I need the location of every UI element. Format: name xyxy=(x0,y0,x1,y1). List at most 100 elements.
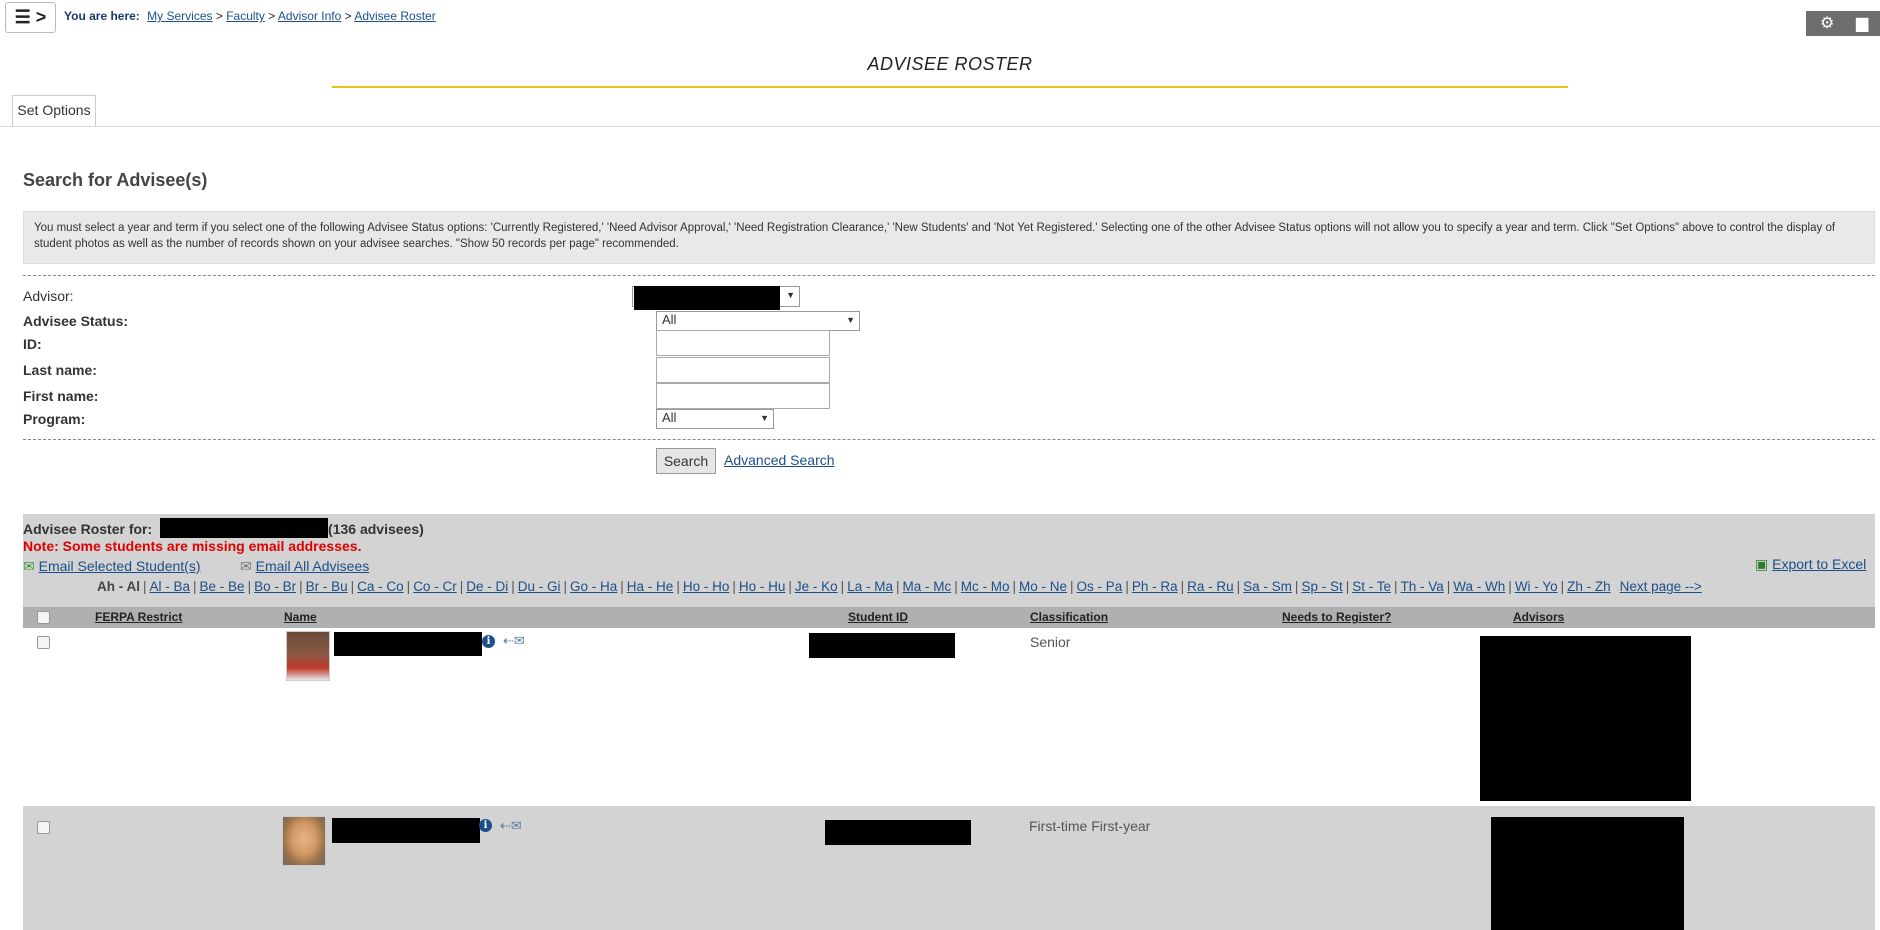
program-select[interactable]: All ▼ xyxy=(656,409,774,429)
advisee-status-value: All xyxy=(662,312,677,327)
advisee-status-select[interactable]: All ▼ xyxy=(656,311,860,331)
classification-value: First-time First-year xyxy=(1029,818,1151,834)
program-value: All xyxy=(662,410,677,425)
range-link[interactable]: Co - Cr xyxy=(413,579,457,594)
range-link[interactable]: Ma - Mc xyxy=(902,579,951,594)
search-button[interactable]: Search xyxy=(656,448,716,474)
range-link[interactable]: Mo - Ne xyxy=(1019,579,1067,594)
range-link[interactable]: De - Di xyxy=(466,579,508,594)
breadcrumb-advisee-roster[interactable]: Advisee Roster xyxy=(354,9,435,23)
breadcrumb-prefix: You are here: xyxy=(64,9,140,23)
range-link[interactable]: Je - Ko xyxy=(795,579,838,594)
info-icon[interactable]: i xyxy=(482,635,495,648)
col-ferpa-restrict[interactable]: FERPA Restrict xyxy=(95,610,182,624)
menu-toggle-button[interactable]: ☰ > xyxy=(5,2,56,33)
range-link[interactable]: Zh - Zh xyxy=(1567,579,1611,594)
range-link[interactable]: Ha - He xyxy=(627,579,674,594)
breadcrumb: You are here: My Services > Faculty > Ad… xyxy=(64,9,436,23)
gear-icon[interactable]: ⚙ xyxy=(1820,13,1834,33)
range-link[interactable]: Ho - Hu xyxy=(739,579,786,594)
range-link[interactable]: Du - Gi xyxy=(518,579,561,594)
info-icon[interactable]: i xyxy=(479,819,492,832)
range-link[interactable]: Mc - Mo xyxy=(961,579,1010,594)
range-link[interactable]: Ca - Co xyxy=(357,579,404,594)
email-all-link[interactable]: ✉ Email All Advisees xyxy=(240,558,369,575)
export-excel-label[interactable]: Export to Excel xyxy=(1772,556,1866,572)
col-student-id[interactable]: Student ID xyxy=(848,610,908,624)
student-photo xyxy=(282,816,326,866)
redacted-advisor-name xyxy=(634,286,780,310)
email-check-icon: ✉ xyxy=(23,558,35,574)
roster-header: Advisee Roster for: (136 advisees) xyxy=(23,518,424,538)
search-heading: Search for Advisee(s) xyxy=(23,170,208,190)
row-checkbox[interactable] xyxy=(37,821,50,834)
last-name-input[interactable] xyxy=(656,357,830,383)
col-advisors[interactable]: Advisors xyxy=(1513,610,1564,624)
range-link[interactable]: Bo - Br xyxy=(254,579,296,594)
search-instructions: You must select a year and term if you s… xyxy=(23,211,1875,264)
page-title: ADVISEE ROSTER xyxy=(867,54,1033,74)
range-link[interactable]: Br - Bu xyxy=(306,579,348,594)
title-divider xyxy=(332,86,1568,88)
range-link[interactable]: St - Te xyxy=(1352,579,1391,594)
row-checkbox[interactable] xyxy=(37,636,50,649)
range-link[interactable]: Wi - Yo xyxy=(1515,579,1558,594)
range-link[interactable]: Al - Ba xyxy=(150,579,191,594)
current-range: Ah - Al xyxy=(97,579,140,594)
breadcrumb-separator: > xyxy=(268,9,276,23)
tab-set-options[interactable]: Set Options xyxy=(12,95,96,126)
advanced-search-link[interactable]: Advanced Search xyxy=(724,452,835,468)
advisor-label: Advisor: xyxy=(23,288,74,304)
first-name-label: First name: xyxy=(23,388,99,404)
range-link[interactable]: Sp - St xyxy=(1301,579,1342,594)
redacted-student-name xyxy=(332,818,480,843)
range-link[interactable]: Ho - Ho xyxy=(683,579,730,594)
redacted-advisors xyxy=(1491,817,1684,930)
range-link[interactable]: Ph - Ra xyxy=(1132,579,1178,594)
range-link[interactable]: Th - Va xyxy=(1401,579,1444,594)
range-link[interactable]: Be - Be xyxy=(200,579,245,594)
col-needs-to-register[interactable]: Needs to Register? xyxy=(1282,610,1391,624)
breadcrumb-separator: > xyxy=(344,9,352,23)
excel-icon: ▣ xyxy=(1755,556,1769,572)
range-link[interactable]: Ra - Ru xyxy=(1187,579,1234,594)
chevron-down-icon: ▼ xyxy=(846,315,855,325)
email-icon: ✉ xyxy=(240,558,252,574)
tab-divider xyxy=(0,126,1880,127)
chevron-down-icon: ▼ xyxy=(786,290,795,300)
chevron-down-icon: ▼ xyxy=(760,413,769,423)
advisee-count: (136 advisees) xyxy=(328,521,424,537)
email-selected-label[interactable]: Email Selected Student(s) xyxy=(39,558,201,574)
email-selected-link[interactable]: ✉ Email Selected Student(s) xyxy=(23,558,200,575)
col-classification[interactable]: Classification xyxy=(1030,610,1108,624)
redacted-student-id xyxy=(825,820,971,845)
classification-value: Senior xyxy=(1030,634,1071,650)
email-student-icon[interactable]: ⇠✉ xyxy=(500,818,522,834)
redacted-student-name xyxy=(334,632,482,656)
first-name-input[interactable] xyxy=(656,383,830,409)
roster-header-label: Advisee Roster for: xyxy=(23,521,153,537)
next-page-link[interactable]: Next page --> xyxy=(1620,579,1702,594)
id-input[interactable] xyxy=(656,330,830,356)
redacted-advisors xyxy=(1480,636,1691,801)
range-link[interactable]: Sa - Sm xyxy=(1243,579,1292,594)
breadcrumb-advisor-info[interactable]: Advisor Info xyxy=(278,9,341,23)
print-icon[interactable]: ▆ xyxy=(1856,13,1868,33)
range-link[interactable]: Os - Pa xyxy=(1077,579,1123,594)
alpha-pagination: Ah - Al | Al - Ba | Be - Be | Bo - Br | Br - Bu |… xyxy=(97,579,1702,594)
top-tools: ⚙ ▆ xyxy=(1806,11,1880,36)
breadcrumb-faculty[interactable]: Faculty xyxy=(226,9,265,23)
breadcrumb-my-services[interactable]: My Services xyxy=(147,9,212,23)
email-all-label[interactable]: Email All Advisees xyxy=(256,558,370,574)
advisee-status-label: Advisee Status: xyxy=(23,313,129,329)
col-name[interactable]: Name xyxy=(284,610,317,624)
id-label: ID: xyxy=(23,336,42,352)
range-link[interactable]: Go - Ha xyxy=(570,579,617,594)
email-student-icon[interactable]: ⇠✉ xyxy=(503,633,525,649)
select-all-checkbox[interactable] xyxy=(37,611,50,624)
export-excel-link[interactable]: ▣ Export to Excel xyxy=(1755,556,1866,573)
range-link[interactable]: Wa - Wh xyxy=(1453,579,1505,594)
missing-email-note: Note: Some students are missing email ad… xyxy=(23,538,362,554)
breadcrumb-separator: > xyxy=(215,9,223,23)
range-link[interactable]: La - Ma xyxy=(847,579,893,594)
